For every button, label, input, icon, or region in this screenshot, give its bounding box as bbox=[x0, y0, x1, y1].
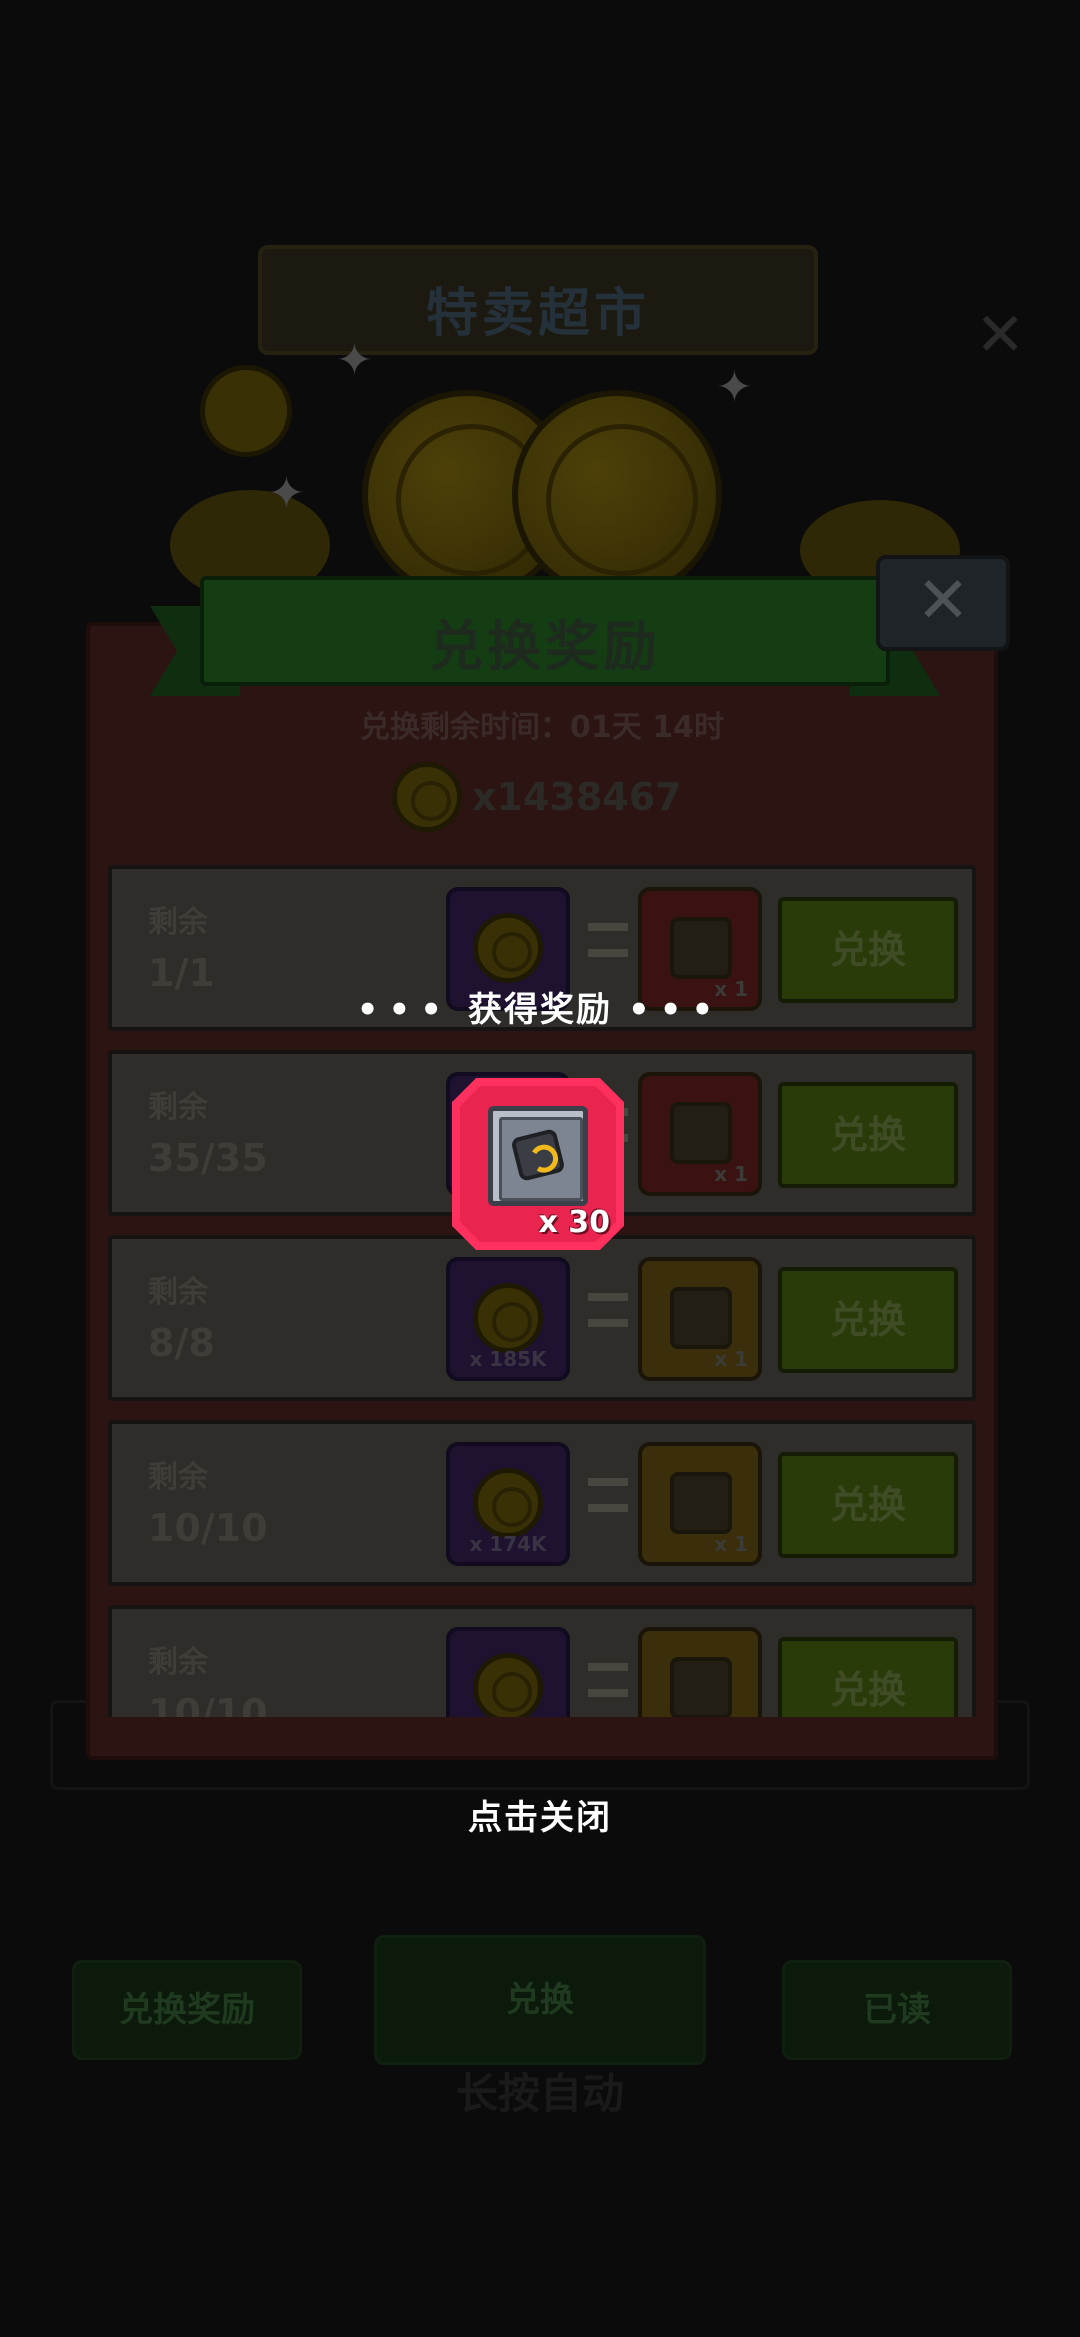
item-frame bbox=[488, 1106, 588, 1206]
tap-to-close-hint[interactable]: 点击关闭 bbox=[0, 1790, 1080, 1839]
header-dots-right: ••• bbox=[628, 990, 724, 1030]
reward-header: ••• 获得奖励 ••• bbox=[0, 982, 1080, 1031]
reward-item-quantity: x 30 bbox=[538, 1205, 610, 1240]
reward-header-text: 获得奖励 bbox=[468, 990, 612, 1030]
reward-item-tile: x 30 bbox=[452, 1078, 624, 1250]
header-dots-left: ••• bbox=[356, 990, 452, 1030]
key-gem-icon bbox=[510, 1128, 566, 1182]
reward-overlay[interactable]: ••• 获得奖励 ••• x 30 点击关闭 bbox=[0, 0, 1080, 2337]
